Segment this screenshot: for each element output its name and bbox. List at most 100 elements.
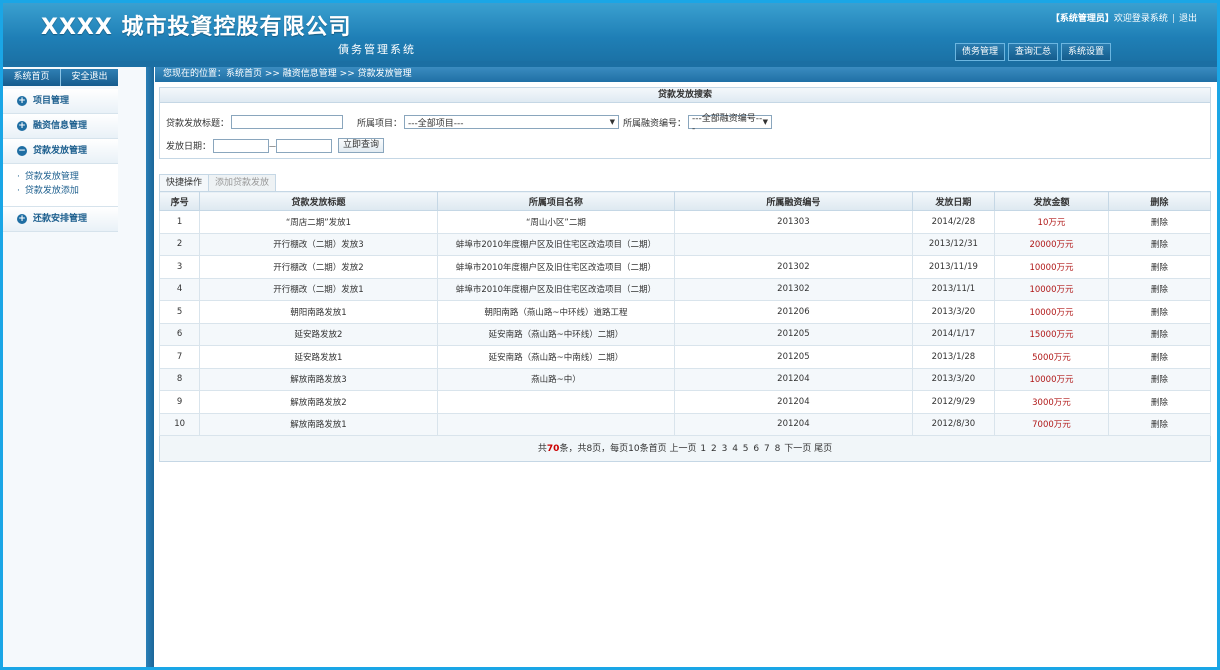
cell-index: 1 xyxy=(158,210,201,234)
search-panel-title: 贷款发放搜索 xyxy=(160,88,1210,103)
date-label: 发放日期： xyxy=(166,142,212,152)
cell-finance-no xyxy=(674,232,913,256)
nav-system-settings[interactable]: 系统设置 xyxy=(1060,43,1111,61)
cell-amount: 3000万元 xyxy=(994,390,1109,414)
search-panel: 贷款发放搜索 贷款发放标题： 所属项目： ---全部项目--- ▼ 所属融资编号… xyxy=(159,87,1211,159)
table-body: 1 “周店二期”发放1 “周山小区”二期 201303 2014/2/28 10万元 删除 2… xyxy=(158,210,1212,436)
pager: 共70条，共8页，每页10条首页 上一页 1 2 3 4 5 6 7 8 下一页… xyxy=(159,436,1211,462)
sidebar-item-projects[interactable]: + 项目管理 xyxy=(3,89,118,114)
add-loan-button[interactable]: 添加贷款发放 xyxy=(209,174,277,191)
cell-delete[interactable]: 删除 xyxy=(1107,390,1212,414)
col-header-index: 序号 xyxy=(158,191,201,211)
nav-debt-management[interactable]: 债务管理 xyxy=(954,43,1005,61)
col-header-finance-no: 所属融资编号 xyxy=(674,191,913,211)
system-subtitle: 債务管理系统 xyxy=(338,43,416,56)
page-link[interactable]: 4 xyxy=(732,444,738,454)
page-link[interactable]: 3 xyxy=(722,444,728,454)
sidebar-item-repayment[interactable]: + 还款安排管理 xyxy=(3,207,118,232)
cell-project: 蚌埠市2010年度棚户区及旧住宅区改造项目（二期） xyxy=(436,232,676,256)
cell-delete[interactable]: 删除 xyxy=(1107,277,1212,301)
sidebar-item-loan-disbursement[interactable]: − 贷款发放管理 xyxy=(3,139,118,164)
date-from-input[interactable] xyxy=(213,138,270,153)
cell-title: 朝阳南路发放1 xyxy=(199,300,438,324)
plus-icon: + xyxy=(17,96,27,106)
finance-select-value: ---全部融资编号--- xyxy=(692,113,763,134)
table-row: 10 解放南路发放1 201204 2012/8/30 7000万元 删除 xyxy=(158,412,1212,436)
table-row: 9 解放南路发放2 201204 2012/9/29 3000万元 删除 xyxy=(158,390,1212,414)
title-label: 贷款发放标题： xyxy=(166,118,230,129)
pager-total: 70 xyxy=(546,444,560,454)
date-to-input[interactable] xyxy=(276,138,333,153)
cell-delete[interactable]: 删除 xyxy=(1107,412,1212,436)
pager-mid[interactable]: 条，共8页，每页10条首页 上一页 xyxy=(559,444,696,454)
cell-delete[interactable]: 删除 xyxy=(1107,367,1212,391)
page-link[interactable]: 5 xyxy=(743,444,749,454)
cell-title: 延安路发放1 xyxy=(199,345,438,369)
tab-home[interactable]: 系统首页 xyxy=(3,69,61,86)
submenu-loan-management[interactable]: 贷款发放管理 xyxy=(17,170,118,184)
table-row: 7 延安路发放1 延安南路（燕山路~中南线）二期） 201205 2013/1/28 50… xyxy=(158,345,1212,369)
cell-finance-no: 201204 xyxy=(674,390,913,414)
cell-delete[interactable]: 删除 xyxy=(1107,232,1212,256)
page-link[interactable]: 1 xyxy=(700,444,706,454)
cell-project: 蚌埠市2010年度棚户区及旧住宅区改造项目（二期） xyxy=(436,255,676,279)
loan-table-wrap: 序号 贷款发放标题 所属项目名称 所属融资编号 发放日期 发放金额 删除 1 “周… xyxy=(158,191,1212,462)
search-row-2: 发放日期： — 立即查询 xyxy=(166,138,385,153)
cell-delete[interactable]: 删除 xyxy=(1107,210,1212,234)
cell-amount: 10000万元 xyxy=(994,277,1109,301)
cell-amount: 7000万元 xyxy=(994,412,1109,436)
cell-amount: 10000万元 xyxy=(994,255,1109,279)
logout-link[interactable]: 退出 xyxy=(1179,14,1197,24)
finance-select[interactable]: ---全部融资编号--- ▼ xyxy=(688,114,773,134)
table-row: 5 朝阳南路发放1 朝阳南路（燕山路~中环线）道路工程 201206 2013/3/20… xyxy=(158,300,1212,324)
pager-suffix[interactable]: 下一页 尾页 xyxy=(784,444,832,454)
cell-title: 解放南路发放3 xyxy=(199,367,438,391)
cell-date: 2012/8/30 xyxy=(911,412,996,436)
page-link[interactable]: 6 xyxy=(753,444,759,454)
separator: | xyxy=(1171,14,1175,24)
page-link[interactable]: 2 xyxy=(711,444,717,454)
finance-label: 所属融资编号： xyxy=(623,118,687,129)
sidebar-menu: + 项目管理 + 融资信息管理 − 贷款发放管理 贷款发放管理 贷款发放添加 +… xyxy=(3,89,118,232)
page-link[interactable]: 8 xyxy=(775,444,781,454)
nav-query-summary[interactable]: 查询汇总 xyxy=(1007,43,1058,61)
cell-project: “周山小区”二期 xyxy=(436,210,676,234)
cell-date: 2013/1/28 xyxy=(911,345,996,369)
query-button[interactable]: 立即查询 xyxy=(338,138,385,153)
cell-finance-no: 201303 xyxy=(674,210,913,234)
project-select-value: ---全部项目--- xyxy=(408,118,464,129)
search-row-1: 贷款发放标题： 所属项目： ---全部项目--- ▼ 所属融资编号： ---全部… xyxy=(166,114,773,134)
sidebar-tabs: 系统首页 安全退出 xyxy=(3,69,118,86)
header: XXXX 城市投資控股有限公司 債务管理系统 【系统管理员】欢迎登录系统 | 退出 … xyxy=(3,3,1217,61)
col-header-amount: 发放金额 xyxy=(994,191,1109,211)
chevron-down-icon: ▼ xyxy=(609,118,616,126)
cell-finance-no: 201206 xyxy=(674,300,913,324)
cell-amount: 15000万元 xyxy=(994,322,1109,346)
cell-index: 7 xyxy=(158,345,201,369)
project-label: 所属项目： xyxy=(357,118,403,129)
cell-delete[interactable]: 删除 xyxy=(1107,300,1212,324)
tab-safe-exit[interactable]: 安全退出 xyxy=(61,69,118,86)
cell-amount: 10万元 xyxy=(994,210,1109,234)
cell-delete[interactable]: 删除 xyxy=(1107,322,1212,346)
top-nav: 债务管理 查询汇总 系统设置 xyxy=(954,43,1111,61)
cell-index: 5 xyxy=(158,300,201,324)
cell-delete[interactable]: 删除 xyxy=(1107,345,1212,369)
page-link[interactable]: 7 xyxy=(764,444,770,454)
cell-delete[interactable]: 删除 xyxy=(1107,255,1212,279)
sidebar-item-financing[interactable]: + 融资信息管理 xyxy=(3,114,118,139)
table-row: 3 开行棚改（二期）发放2 蚌埠市2010年度棚户区及旧住宅区改造项目（二期） 201… xyxy=(158,255,1212,279)
title-input[interactable] xyxy=(231,115,344,129)
cell-finance-no: 201204 xyxy=(674,412,913,436)
cell-project: 朝阳南路（燕山路~中环线）道路工程 xyxy=(436,300,676,324)
cell-project xyxy=(436,390,676,414)
sidebar-item-label: 贷款发放管理 xyxy=(33,145,88,156)
submenu-loan-add[interactable]: 贷款发放添加 xyxy=(17,184,118,198)
cell-project xyxy=(436,412,676,436)
cell-index: 4 xyxy=(158,277,201,301)
col-header-project: 所属项目名称 xyxy=(436,191,676,211)
table-row: 4 开行棚改（二期）发放1 蚌埠市2010年度棚户区及旧住宅区改造项目（二期） 201… xyxy=(158,277,1212,301)
cell-index: 2 xyxy=(158,232,201,256)
project-select[interactable]: ---全部项目--- ▼ xyxy=(404,115,620,129)
cell-index: 10 xyxy=(158,412,201,436)
